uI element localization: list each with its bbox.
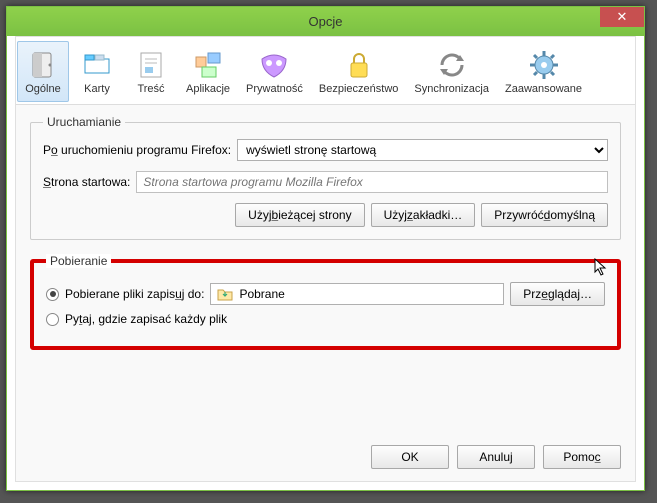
- tab-tabs[interactable]: Karty: [71, 41, 123, 102]
- downloads-group: Pobieranie Pobierane pliki zapisuj do: P…: [30, 254, 621, 350]
- tab-content[interactable]: Treść: [125, 41, 177, 102]
- close-icon: ✕: [617, 9, 628, 25]
- homepage-label: Strona startowa:: [43, 175, 130, 189]
- tab-general[interactable]: Ogólne: [17, 41, 69, 102]
- tab-sync[interactable]: Synchronizacja: [407, 41, 496, 102]
- tab-label: Synchronizacja: [414, 83, 489, 95]
- downloads-legend: Pobieranie: [46, 254, 111, 268]
- close-button[interactable]: ✕: [600, 7, 644, 27]
- startup-group: Uruchamianie Po uruchomieniu programu Fi…: [30, 115, 621, 240]
- tab-privacy[interactable]: Prywatność: [239, 41, 310, 102]
- help-button[interactable]: Pomoc: [543, 445, 621, 469]
- lock-icon: [343, 49, 375, 81]
- ok-button[interactable]: OK: [371, 445, 449, 469]
- tabs-icon: [81, 49, 113, 81]
- tab-label: Treść: [137, 83, 164, 95]
- general-icon: [27, 49, 59, 81]
- tab-advanced[interactable]: Zaawansowane: [498, 41, 589, 102]
- folder-name: Pobrane: [239, 287, 284, 301]
- tab-toolbar: Ogólne Karty Treść Aplikacje: [16, 37, 635, 105]
- download-folder-field[interactable]: Pobrane: [210, 283, 504, 305]
- dialog-body: Ogólne Karty Treść Aplikacje: [15, 36, 636, 482]
- tab-label: Ogólne: [25, 83, 60, 95]
- ask-radio[interactable]: [46, 313, 59, 326]
- window-title: Opcje: [309, 14, 343, 29]
- content-area: Uruchamianie Po uruchomieniu programu Fi…: [16, 105, 635, 374]
- tab-label: Prywatność: [246, 83, 303, 95]
- tab-label: Zaawansowane: [505, 83, 582, 95]
- dialog-footer: OK Anuluj Pomoc: [371, 445, 621, 469]
- folder-icon: [217, 287, 233, 301]
- applications-icon: [192, 49, 224, 81]
- on-start-label: Po uruchomieniu programu Firefox:: [43, 143, 231, 157]
- tab-label: Bezpieczeństwo: [319, 83, 399, 95]
- on-start-select[interactable]: wyświetl stronę startową: [237, 139, 608, 161]
- save-to-radio[interactable]: [46, 288, 59, 301]
- cancel-button[interactable]: Anuluj: [457, 445, 535, 469]
- gear-icon: [528, 49, 560, 81]
- mask-icon: [258, 49, 290, 81]
- options-window: Opcje ✕ Ogólne Karty Tr: [6, 6, 645, 491]
- use-bookmarks-button[interactable]: Użyj zakładki…: [371, 203, 476, 227]
- save-to-label: Pobierane pliki zapisuj do:: [65, 287, 204, 301]
- startup-legend: Uruchamianie: [43, 115, 125, 129]
- ask-label: Pytaj, gdzie zapisać każdy plik: [65, 312, 227, 326]
- browse-button[interactable]: Przeglądaj…: [510, 282, 605, 306]
- homepage-input[interactable]: [136, 171, 608, 193]
- tab-label: Aplikacje: [186, 83, 230, 95]
- tab-security[interactable]: Bezpieczeństwo: [312, 41, 406, 102]
- sync-icon: [436, 49, 468, 81]
- use-current-button[interactable]: Użyj bieżącej strony: [235, 203, 364, 227]
- tab-applications[interactable]: Aplikacje: [179, 41, 237, 102]
- tab-label: Karty: [84, 83, 110, 95]
- content-icon: [135, 49, 167, 81]
- restore-default-button[interactable]: Przywróć domyślną: [481, 203, 608, 227]
- titlebar: Opcje ✕: [7, 7, 644, 36]
